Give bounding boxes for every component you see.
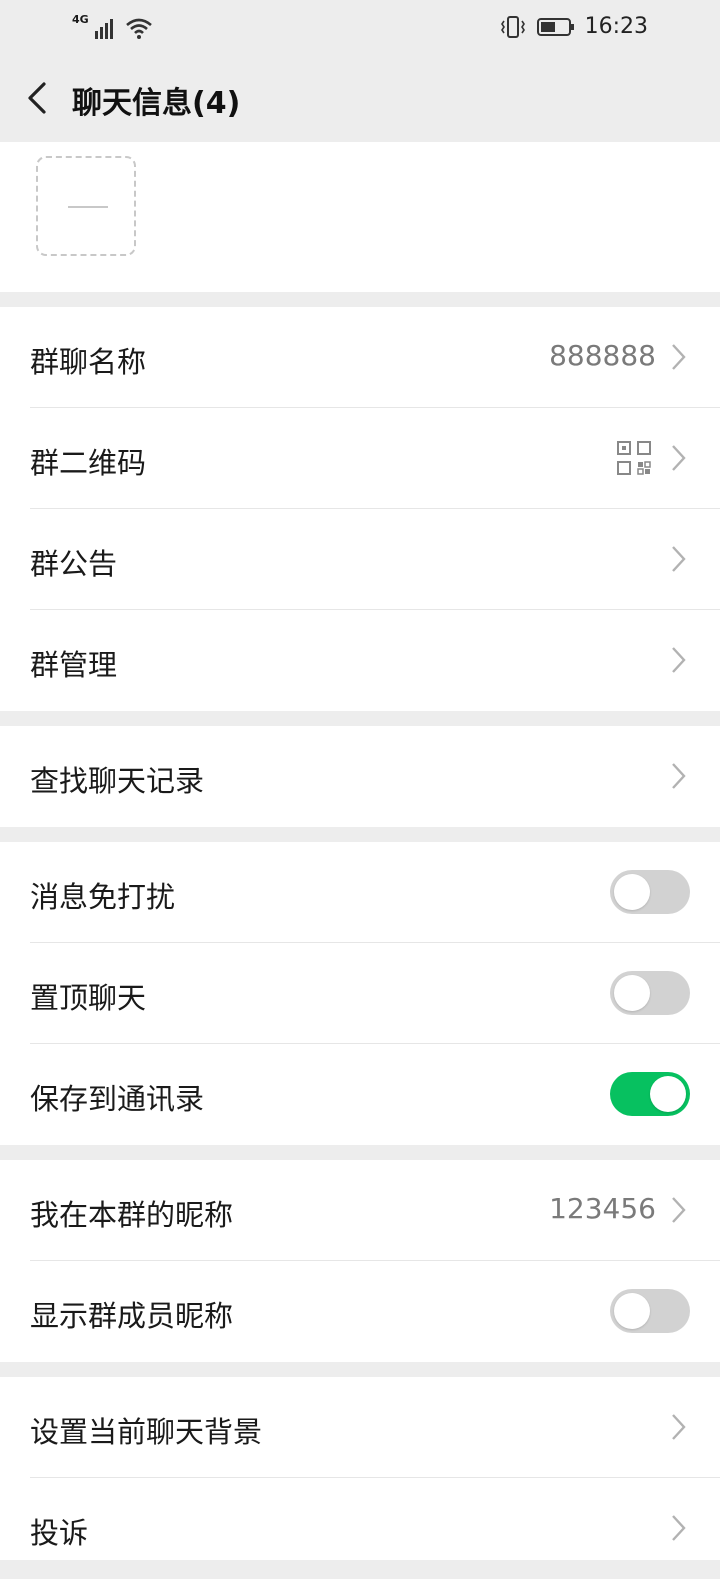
save-contacts-label: 保存到通讯录	[30, 1082, 205, 1116]
nav-bar: 聊天信息(4)	[0, 56, 720, 142]
vibrate-icon	[500, 15, 525, 38]
toggle-knob	[614, 1293, 650, 1329]
chevron-right-icon	[672, 1197, 686, 1223]
misc-section: 设置当前聊天背景 投诉	[0, 1377, 720, 1560]
group-name-label: 群聊名称	[30, 345, 147, 379]
toggle-knob	[614, 874, 650, 910]
show-nicknames-row: 显示群成员昵称	[0, 1261, 720, 1362]
pin-row: 置顶聊天	[0, 943, 720, 1044]
chat-background-label: 设置当前聊天背景	[30, 1415, 263, 1449]
status-left: 4G	[72, 14, 153, 39]
status-right: 16:23	[499, 14, 648, 39]
status-bar: 4G 16:23	[0, 0, 720, 56]
nickname-section: 我在本群的昵称 123456 显示群成员昵称	[0, 1160, 720, 1362]
pin-label: 置顶聊天	[30, 981, 147, 1015]
search-history-row[interactable]: 查找聊天记录	[0, 726, 720, 827]
back-arrow-icon[interactable]	[20, 78, 60, 118]
group-notice-row[interactable]: 群公告	[0, 509, 720, 610]
members-section	[0, 142, 720, 292]
search-section: 查找聊天记录	[0, 726, 720, 827]
show-nicknames-label: 显示群成员昵称	[30, 1299, 234, 1333]
group-name-row[interactable]: 群聊名称 888888	[0, 307, 720, 408]
group-manage-label: 群管理	[30, 648, 118, 682]
group-qrcode-row[interactable]: 群二维码	[0, 408, 720, 509]
chat-background-row[interactable]: 设置当前聊天背景	[0, 1377, 720, 1478]
qrcode-icon	[617, 441, 651, 475]
group-name-value: 888888	[549, 339, 656, 372]
chevron-right-icon	[672, 546, 686, 572]
my-nickname-label: 我在本群的昵称	[30, 1198, 234, 1232]
toggle-knob	[614, 975, 650, 1011]
toggles-section: 消息免打扰 置顶聊天 保存到通讯录	[0, 842, 720, 1145]
chevron-right-icon	[672, 647, 686, 673]
save-contacts-toggle[interactable]	[610, 1072, 690, 1116]
minus-icon	[68, 206, 108, 208]
remove-member-button[interactable]	[36, 156, 136, 256]
chevron-right-icon	[672, 344, 686, 370]
group-notice-label: 群公告	[30, 547, 118, 581]
mute-toggle[interactable]	[610, 870, 690, 914]
network-type: 4G	[72, 13, 89, 26]
status-time: 16:23	[584, 14, 648, 39]
group-qrcode-label: 群二维码	[30, 446, 147, 480]
group-info-section: 群聊名称 888888 群二维码 群公告 群管理	[0, 307, 720, 711]
chevron-right-icon	[672, 1515, 686, 1541]
my-nickname-row[interactable]: 我在本群的昵称 123456	[0, 1160, 720, 1261]
show-nicknames-toggle[interactable]	[610, 1289, 690, 1333]
battery-icon	[536, 17, 574, 36]
group-manage-row[interactable]: 群管理	[0, 610, 720, 711]
chevron-right-icon	[672, 1414, 686, 1440]
toggle-knob	[650, 1076, 686, 1112]
mute-label: 消息免打扰	[30, 880, 176, 914]
complain-row[interactable]: 投诉	[0, 1478, 720, 1579]
save-contacts-row: 保存到通讯录	[0, 1044, 720, 1145]
complain-label: 投诉	[30, 1516, 89, 1550]
page-title: 聊天信息(4)	[72, 86, 241, 121]
signal-icon	[94, 19, 113, 39]
mute-row: 消息免打扰	[0, 842, 720, 943]
wifi-icon	[125, 18, 152, 39]
my-nickname-value: 123456	[549, 1192, 656, 1225]
pin-toggle[interactable]	[610, 971, 690, 1015]
chevron-right-icon	[672, 445, 686, 471]
search-history-label: 查找聊天记录	[30, 764, 205, 798]
chevron-right-icon	[672, 763, 686, 789]
